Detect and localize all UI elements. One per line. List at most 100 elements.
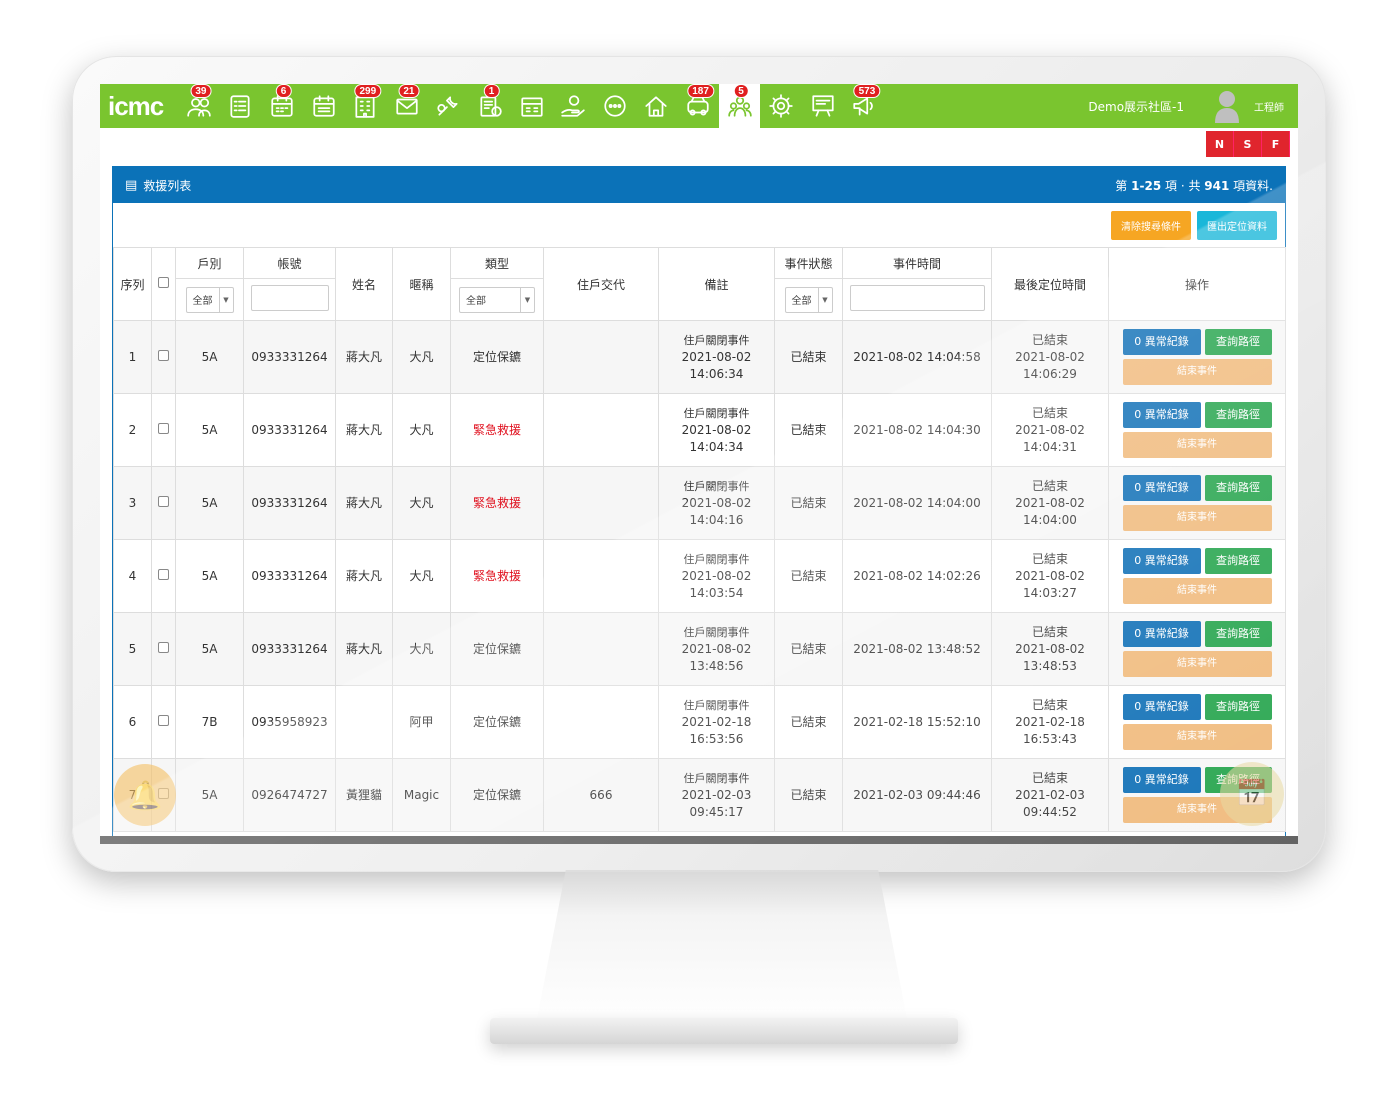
row-resident-note — [543, 393, 659, 467]
logo[interactable]: icmc — [108, 91, 178, 122]
anomaly-record-button[interactable]: 0 異常紀錄 — [1122, 767, 1201, 793]
status-filter-select[interactable]: 全部 ▼ — [784, 286, 833, 313]
row-remark: 住戶關閉事件 2021-08-02 13:48:56 — [658, 612, 775, 686]
range-value: 1-25 — [1131, 178, 1162, 193]
query-route-button[interactable]: 查詢路徑 — [1204, 694, 1272, 720]
calendar-icon[interactable]: 6 — [261, 84, 303, 128]
clear-filters-button[interactable]: 清除搜尋條件 — [1111, 210, 1191, 240]
anomaly-record-button[interactable]: 0 異常紀錄 — [1122, 621, 1201, 647]
row-account: 0935958923 — [243, 685, 336, 759]
anomaly-record-button[interactable]: 0 異常紀錄 — [1122, 475, 1201, 501]
notification-badge: 187 — [687, 84, 714, 98]
fee-icon[interactable] — [511, 84, 553, 128]
anomaly-record-button[interactable]: 0 異常紀錄 — [1122, 329, 1201, 355]
range-prefix: 第 — [1115, 178, 1128, 193]
footer-bar — [100, 836, 1298, 844]
quick-button-n[interactable]: N — [1206, 131, 1234, 157]
repair-icon[interactable] — [428, 84, 470, 128]
row-nickname: 大凡 — [392, 539, 451, 613]
table-row: 3 5A 0933331264 蔣大凡 大凡 緊急救援 住戶關閉事件 2021-08-02 14… — [113, 466, 1286, 540]
row-checkbox[interactable] — [158, 495, 169, 507]
calendar-schedule-icon[interactable] — [303, 84, 345, 128]
hand-money-icon[interactable] — [552, 84, 594, 128]
row-event-time: 2021-02-18 15:52:10 — [842, 685, 992, 759]
top-nav: icmc 39 6 299 21 1 187 5 573 Demo展示社區-1 工程師 — [100, 84, 1298, 128]
parking-icon[interactable]: 187 — [677, 84, 719, 128]
query-route-button[interactable]: 查詢路徑 — [1204, 548, 1272, 574]
row-resident-note — [543, 320, 659, 394]
calendar-check-icon[interactable]: 📅 — [1220, 762, 1284, 826]
header-resident-note: 住戶交代 — [543, 247, 659, 321]
range-suffix: 項資料. — [1233, 178, 1273, 193]
chat-icon[interactable] — [594, 84, 636, 128]
type-filter-select[interactable]: 全部 ▼ — [459, 286, 535, 313]
export-location-button[interactable]: 匯出定位資料 — [1197, 210, 1277, 240]
row-unit: 5A — [175, 466, 244, 540]
home-guard-icon[interactable] — [636, 84, 678, 128]
row-type: 定位保鑣 — [450, 685, 544, 759]
community-name[interactable]: Demo展示社區-1 — [1088, 98, 1184, 115]
query-route-button[interactable]: 查詢路徑 — [1204, 621, 1272, 647]
row-event-time: 2021-08-02 13:48:52 — [842, 612, 992, 686]
query-route-button[interactable]: 查詢路徑 — [1204, 402, 1272, 428]
row-status: 已結束 — [774, 320, 843, 394]
anomaly-record-button[interactable]: 0 異常紀錄 — [1122, 694, 1201, 720]
row-nickname: 大凡 — [392, 466, 451, 540]
quick-button-s[interactable]: S — [1234, 131, 1262, 157]
range-mid: 項 · 共 — [1165, 178, 1201, 193]
unit-filter-select[interactable]: 全部 ▼ — [185, 286, 234, 313]
header-status: 事件狀態 — [774, 247, 843, 279]
row-unit: 5A — [175, 320, 244, 394]
end-event-button[interactable]: 結束事件 — [1122, 505, 1272, 531]
row-checkbox-cell — [151, 320, 176, 394]
row-checkbox[interactable] — [158, 714, 169, 726]
row-resident-note — [543, 466, 659, 540]
billing-icon[interactable]: 1 — [469, 84, 511, 128]
building-icon[interactable]: 299 — [344, 84, 386, 128]
residents-icon[interactable]: 39 — [178, 84, 220, 128]
board-icon[interactable] — [802, 84, 844, 128]
select-all-checkbox[interactable] — [158, 277, 169, 288]
query-route-button[interactable]: 查詢路徑 — [1204, 475, 1272, 501]
row-last-location: 已結束 2021-08-02 14:04:00 — [991, 466, 1109, 540]
row-unit: 5A — [175, 758, 244, 832]
mail-icon[interactable]: 21 — [386, 84, 428, 128]
row-event-time: 2021-08-02 14:04:00 — [842, 466, 992, 540]
row-actions: 0 異常紀錄查詢路徑結束事件 — [1108, 393, 1286, 467]
chevron-down-icon: ▼ — [817, 287, 832, 312]
end-event-button[interactable]: 結束事件 — [1122, 578, 1272, 604]
account-filter-input[interactable] — [250, 285, 329, 311]
row-account: 0933331264 — [243, 466, 336, 540]
row-remark: 住戶關閉事件 2021-08-02 14:04:16 — [658, 466, 775, 540]
row-event-time: 2021-02-03 09:44:46 — [842, 758, 992, 832]
query-route-button[interactable]: 查詢路徑 — [1204, 329, 1272, 355]
row-remark: 住戶關閉事件 2021-08-02 14:04:34 — [658, 393, 775, 467]
row-name: 蔣大凡 — [335, 393, 393, 467]
end-event-button[interactable]: 結束事件 — [1122, 359, 1272, 385]
header-nickname: 暱稱 — [392, 247, 451, 321]
settings-icon[interactable] — [760, 84, 802, 128]
bell-icon[interactable]: 🔔 — [114, 764, 176, 826]
event-time-filter-input[interactable] — [849, 285, 985, 311]
toolbar: 清除搜尋條件 匯出定位資料 — [113, 203, 1285, 247]
anomaly-record-button[interactable]: 0 異常紀錄 — [1122, 548, 1201, 574]
notification-badge: 6 — [275, 84, 292, 98]
end-event-button[interactable]: 結束事件 — [1122, 432, 1272, 458]
row-checkbox[interactable] — [158, 349, 169, 361]
end-event-button[interactable]: 結束事件 — [1122, 651, 1272, 677]
row-checkbox[interactable] — [158, 568, 169, 580]
avatar[interactable] — [1214, 89, 1240, 123]
row-checkbox[interactable] — [158, 641, 169, 653]
anomaly-record-button[interactable]: 0 異常紀錄 — [1122, 402, 1201, 428]
end-event-button[interactable]: 結束事件 — [1122, 724, 1272, 750]
table-row: 1 5A 0933331264 蔣大凡 大凡 定位保鑣 住戶關閉事件 2021-08-02 14… — [113, 320, 1286, 394]
rescue-icon[interactable]: 5 — [718, 84, 761, 128]
checklist-icon[interactable] — [220, 84, 262, 128]
row-checkbox[interactable] — [158, 422, 169, 434]
row-nickname: 大凡 — [392, 612, 451, 686]
row-actions: 0 異常紀錄查詢路徑結束事件 — [1108, 685, 1286, 759]
quick-button-f[interactable]: F — [1262, 131, 1290, 157]
announcement-icon[interactable]: 573 — [844, 84, 886, 128]
row-status: 已結束 — [774, 612, 843, 686]
row-name: 蔣大凡 — [335, 612, 393, 686]
